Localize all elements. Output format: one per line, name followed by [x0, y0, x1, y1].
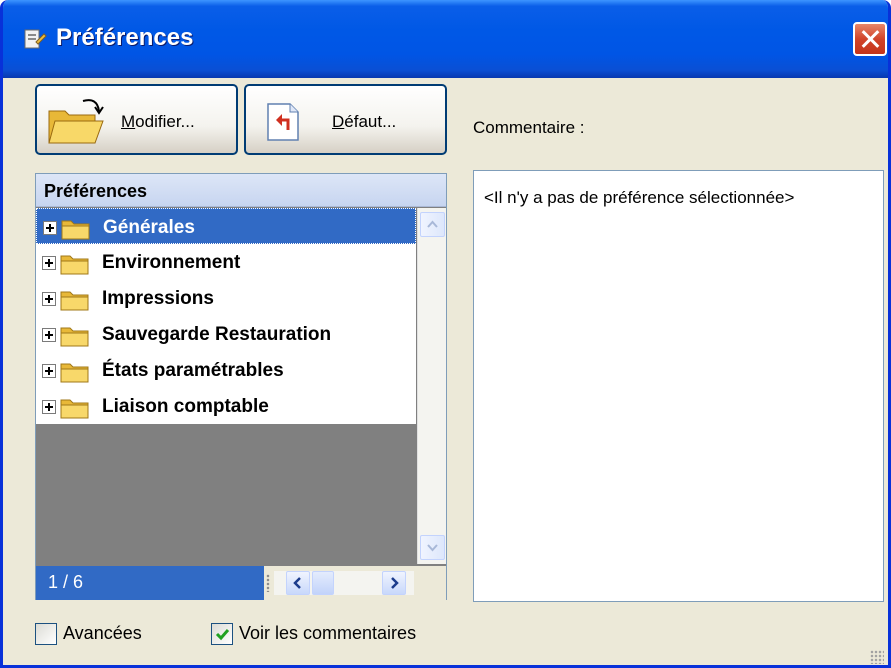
show-comments-checkbox-row[interactable]: Voir les commentaires	[211, 622, 461, 646]
default-button-label: Défaut...	[332, 112, 397, 131]
show-comments-checkbox[interactable]	[211, 623, 233, 645]
tree-item[interactable]: États paramétrables	[36, 352, 416, 388]
vertical-scrollbar[interactable]	[417, 208, 446, 564]
page-indicator: 1 / 6	[36, 566, 264, 600]
checkmark-icon	[215, 629, 230, 641]
tree-item-label: Sauvegarde Restauration	[102, 324, 332, 345]
folder-icon	[60, 327, 89, 347]
tree-item[interactable]: Générales	[36, 208, 416, 244]
expand-icon[interactable]	[42, 256, 56, 270]
tree-item[interactable]: Impressions	[36, 280, 416, 316]
horizontal-scrollbar[interactable]	[274, 571, 414, 595]
scroll-up-button[interactable]	[420, 212, 445, 237]
tree-item[interactable]: Liaison comptable	[36, 388, 416, 424]
expand-icon[interactable]	[42, 400, 56, 414]
app-icon	[24, 29, 47, 49]
modify-button-label: Modifier...	[121, 112, 195, 131]
expand-icon[interactable]	[42, 364, 56, 378]
folder-icon	[61, 220, 90, 240]
resize-grip[interactable]	[870, 650, 884, 664]
expand-icon[interactable]	[42, 328, 56, 342]
tree-item-label: Liaison comptable	[102, 396, 269, 417]
tree-item-label: Impressions	[102, 288, 214, 309]
chevron-down-icon	[427, 544, 438, 552]
tree-status-bar: 1 / 6	[36, 566, 446, 600]
show-comments-checkbox-label[interactable]: Voir les commentaires	[239, 623, 416, 644]
folder-icon	[60, 291, 89, 311]
chevron-right-icon	[391, 577, 399, 589]
title-bar[interactable]: Préférences	[3, 0, 888, 78]
open-folder-icon	[48, 99, 104, 144]
modify-button[interactable]: Modifier...	[35, 84, 238, 155]
expand-icon[interactable]	[43, 221, 57, 235]
tree-item-label: États paramétrables	[102, 360, 284, 381]
dialog-content: Modifier... Défaut... Commentaire : Préf…	[3, 78, 888, 665]
tree-item-label: Environnement	[102, 252, 241, 273]
advanced-checkbox[interactable]	[35, 623, 57, 645]
preferences-tree[interactable]: Préférences Générales Environnement Impres…	[35, 173, 447, 600]
tree-item-label: Générales	[103, 217, 195, 238]
preferences-window: Préférences Modifier... Défaut... Commen…	[0, 0, 891, 668]
splitter-grip[interactable]	[266, 574, 270, 592]
expand-icon[interactable]	[42, 292, 56, 306]
close-button[interactable]	[853, 22, 887, 56]
revert-document-icon	[267, 103, 299, 141]
folder-icon	[60, 255, 89, 275]
comment-label: Commentaire :	[473, 118, 585, 137]
tree-list[interactable]: Générales Environnement Impressions Sauvega…	[36, 208, 416, 424]
scroll-down-button[interactable]	[420, 535, 445, 560]
scroll-left-button[interactable]	[286, 571, 310, 595]
folder-icon	[60, 363, 89, 383]
folder-icon	[60, 399, 89, 419]
comment-text-area[interactable]: <Il n'y a pas de préférence sélectionnée…	[473, 170, 884, 602]
advanced-checkbox-row[interactable]: Avancées	[35, 622, 175, 646]
tree-item[interactable]: Environnement	[36, 244, 416, 280]
advanced-checkbox-label[interactable]: Avancées	[63, 623, 142, 644]
tree-item[interactable]: Sauvegarde Restauration	[36, 316, 416, 352]
chevron-left-icon	[293, 577, 301, 589]
scroll-thumb[interactable]	[312, 571, 334, 595]
tree-header: Préférences	[36, 174, 446, 207]
default-button[interactable]: Défaut...	[244, 84, 447, 155]
window-title: Préférences	[56, 24, 194, 51]
chevron-up-icon	[427, 220, 438, 228]
scroll-right-button[interactable]	[382, 571, 406, 595]
